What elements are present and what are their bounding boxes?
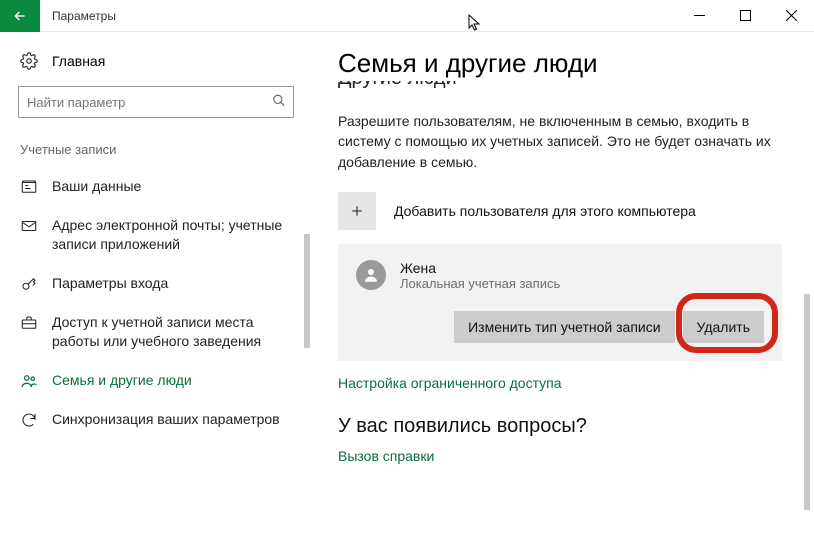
user-icon (362, 266, 380, 284)
main-scrollbar[interactable] (804, 88, 810, 528)
user-head[interactable]: Жена Локальная учетная запись (356, 260, 764, 291)
search-icon (272, 94, 286, 111)
description: Разрешите пользователям, не включенным в… (338, 111, 778, 172)
sidebar-scrollbar[interactable] (304, 230, 310, 542)
gear-icon (20, 52, 38, 70)
scrollbar-thumb[interactable] (804, 294, 810, 510)
avatar (356, 260, 386, 290)
maximize-icon (740, 10, 751, 21)
scrollbar-thumb[interactable] (304, 234, 310, 348)
sidebar-item-your-info[interactable]: Ваши данные (0, 167, 304, 206)
back-button[interactable] (0, 0, 40, 32)
plus-icon (349, 203, 365, 219)
subheading-cut: Другие люди (338, 81, 784, 99)
main: Семья и другие люди Другие люди Разрешит… (312, 32, 814, 544)
nav-group: Ваши данные Адрес электронной почты; уче… (0, 167, 312, 439)
minimize-button[interactable] (676, 0, 722, 32)
id-card-icon (20, 178, 38, 196)
sidebar-item-signin[interactable]: Параметры входа (0, 264, 304, 303)
add-user-button[interactable] (338, 192, 376, 230)
content: Главная Учетные записи Ваши данные Адрес… (0, 32, 814, 544)
user-subline: Локальная учетная запись (400, 276, 560, 291)
nav-group-title: Учетные записи (0, 136, 312, 167)
close-icon (786, 10, 797, 21)
page-title: Семья и другие люди (338, 48, 784, 79)
restricted-access-link[interactable]: Настройка ограниченного доступа (338, 375, 784, 391)
remove-user-button[interactable]: Удалить (683, 311, 764, 343)
sidebar: Главная Учетные записи Ваши данные Адрес… (0, 32, 312, 544)
sidebar-item-label: Синхронизация ваших параметров (52, 410, 290, 429)
user-panel: Жена Локальная учетная запись Изменить т… (338, 244, 782, 361)
user-buttons: Изменить тип учетной записи Удалить (356, 311, 764, 343)
sidebar-item-label: Параметры входа (52, 274, 290, 293)
minimize-icon (694, 10, 705, 21)
help-link[interactable]: Вызов справки (338, 448, 784, 464)
search-input[interactable] (18, 86, 294, 118)
sidebar-item-family[interactable]: Семья и другие люди (0, 361, 304, 400)
people-icon (20, 372, 38, 390)
questions-heading: У вас появились вопросы? (338, 415, 784, 438)
sidebar-item-label: Доступ к учетной записи места работы или… (52, 313, 290, 351)
home-label: Главная (52, 53, 105, 69)
change-account-type-button[interactable]: Изменить тип учетной записи (454, 311, 674, 343)
window-controls (676, 0, 814, 32)
titlebar: Параметры (0, 0, 814, 32)
user-name: Жена (400, 260, 560, 276)
add-user-label: Добавить пользователя для этого компьюте… (394, 203, 696, 219)
home-nav[interactable]: Главная (0, 46, 312, 76)
key-icon (20, 275, 38, 293)
sidebar-item-label: Ваши данные (52, 177, 290, 196)
search-wrap (18, 86, 294, 118)
sidebar-item-sync[interactable]: Синхронизация ваших параметров (0, 400, 304, 439)
briefcase-icon (20, 314, 38, 332)
add-user-row[interactable]: Добавить пользователя для этого компьюте… (338, 192, 784, 230)
close-button[interactable] (768, 0, 814, 32)
sidebar-item-work[interactable]: Доступ к учетной записи места работы или… (0, 303, 304, 361)
maximize-button[interactable] (722, 0, 768, 32)
mail-icon (20, 217, 38, 235)
arrow-left-icon (12, 8, 28, 24)
sidebar-item-label: Семья и другие люди (52, 371, 290, 390)
sidebar-item-label: Адрес электронной почты; учетные записи … (52, 216, 290, 254)
app-title: Параметры (52, 9, 116, 23)
sidebar-item-email[interactable]: Адрес электронной почты; учетные записи … (0, 206, 304, 264)
sync-icon (20, 411, 38, 429)
